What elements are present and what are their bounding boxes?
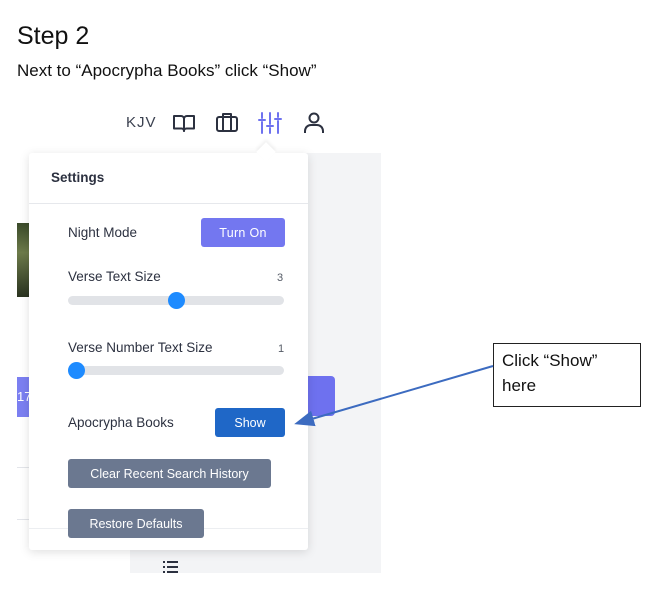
callout-line-2: here	[502, 376, 537, 395]
restore-defaults-button[interactable]: Restore Defaults	[68, 509, 204, 538]
step-instruction: Next to “Apocrypha Books” click “Show”	[17, 61, 317, 80]
verse-number-text-size-slider[interactable]	[68, 366, 284, 375]
clear-search-history-button[interactable]: Clear Recent Search History	[68, 459, 271, 488]
background-chip: 17	[17, 377, 31, 417]
user-icon[interactable]	[301, 110, 327, 136]
background-divider	[17, 519, 29, 520]
background-image-thumbnail	[17, 223, 29, 297]
briefcase-icon[interactable]	[214, 110, 240, 136]
callout-line-1: Click “Show”	[502, 351, 598, 370]
verse-number-text-size-value: 1	[278, 343, 285, 355]
verse-text-size-label: Verse Text Size	[68, 269, 161, 284]
background-divider	[17, 467, 29, 468]
verse-text-size-slider-thumb[interactable]	[167, 292, 185, 309]
verse-text-size-value: 3	[277, 272, 284, 284]
sliders-icon[interactable]	[257, 110, 283, 136]
show-apocrypha-button[interactable]: Show	[215, 408, 285, 437]
list-icon[interactable]	[163, 560, 179, 574]
apocrypha-books-label: Apocrypha Books	[68, 415, 174, 430]
settings-divider	[29, 203, 308, 204]
book-open-icon[interactable]	[171, 110, 197, 136]
annotation-callout: Click “Show” here	[493, 343, 641, 407]
verse-number-text-size-label: Verse Number Text Size	[68, 340, 213, 355]
settings-title: Settings	[51, 170, 105, 185]
background-button-edge	[307, 376, 335, 416]
step-title: Step 2	[17, 22, 90, 50]
bible-version-selector[interactable]: KJV	[126, 114, 157, 131]
night-mode-button[interactable]: Turn On	[201, 218, 285, 247]
verse-number-text-size-slider-thumb[interactable]	[68, 362, 85, 379]
night-mode-label: Night Mode	[68, 225, 138, 240]
